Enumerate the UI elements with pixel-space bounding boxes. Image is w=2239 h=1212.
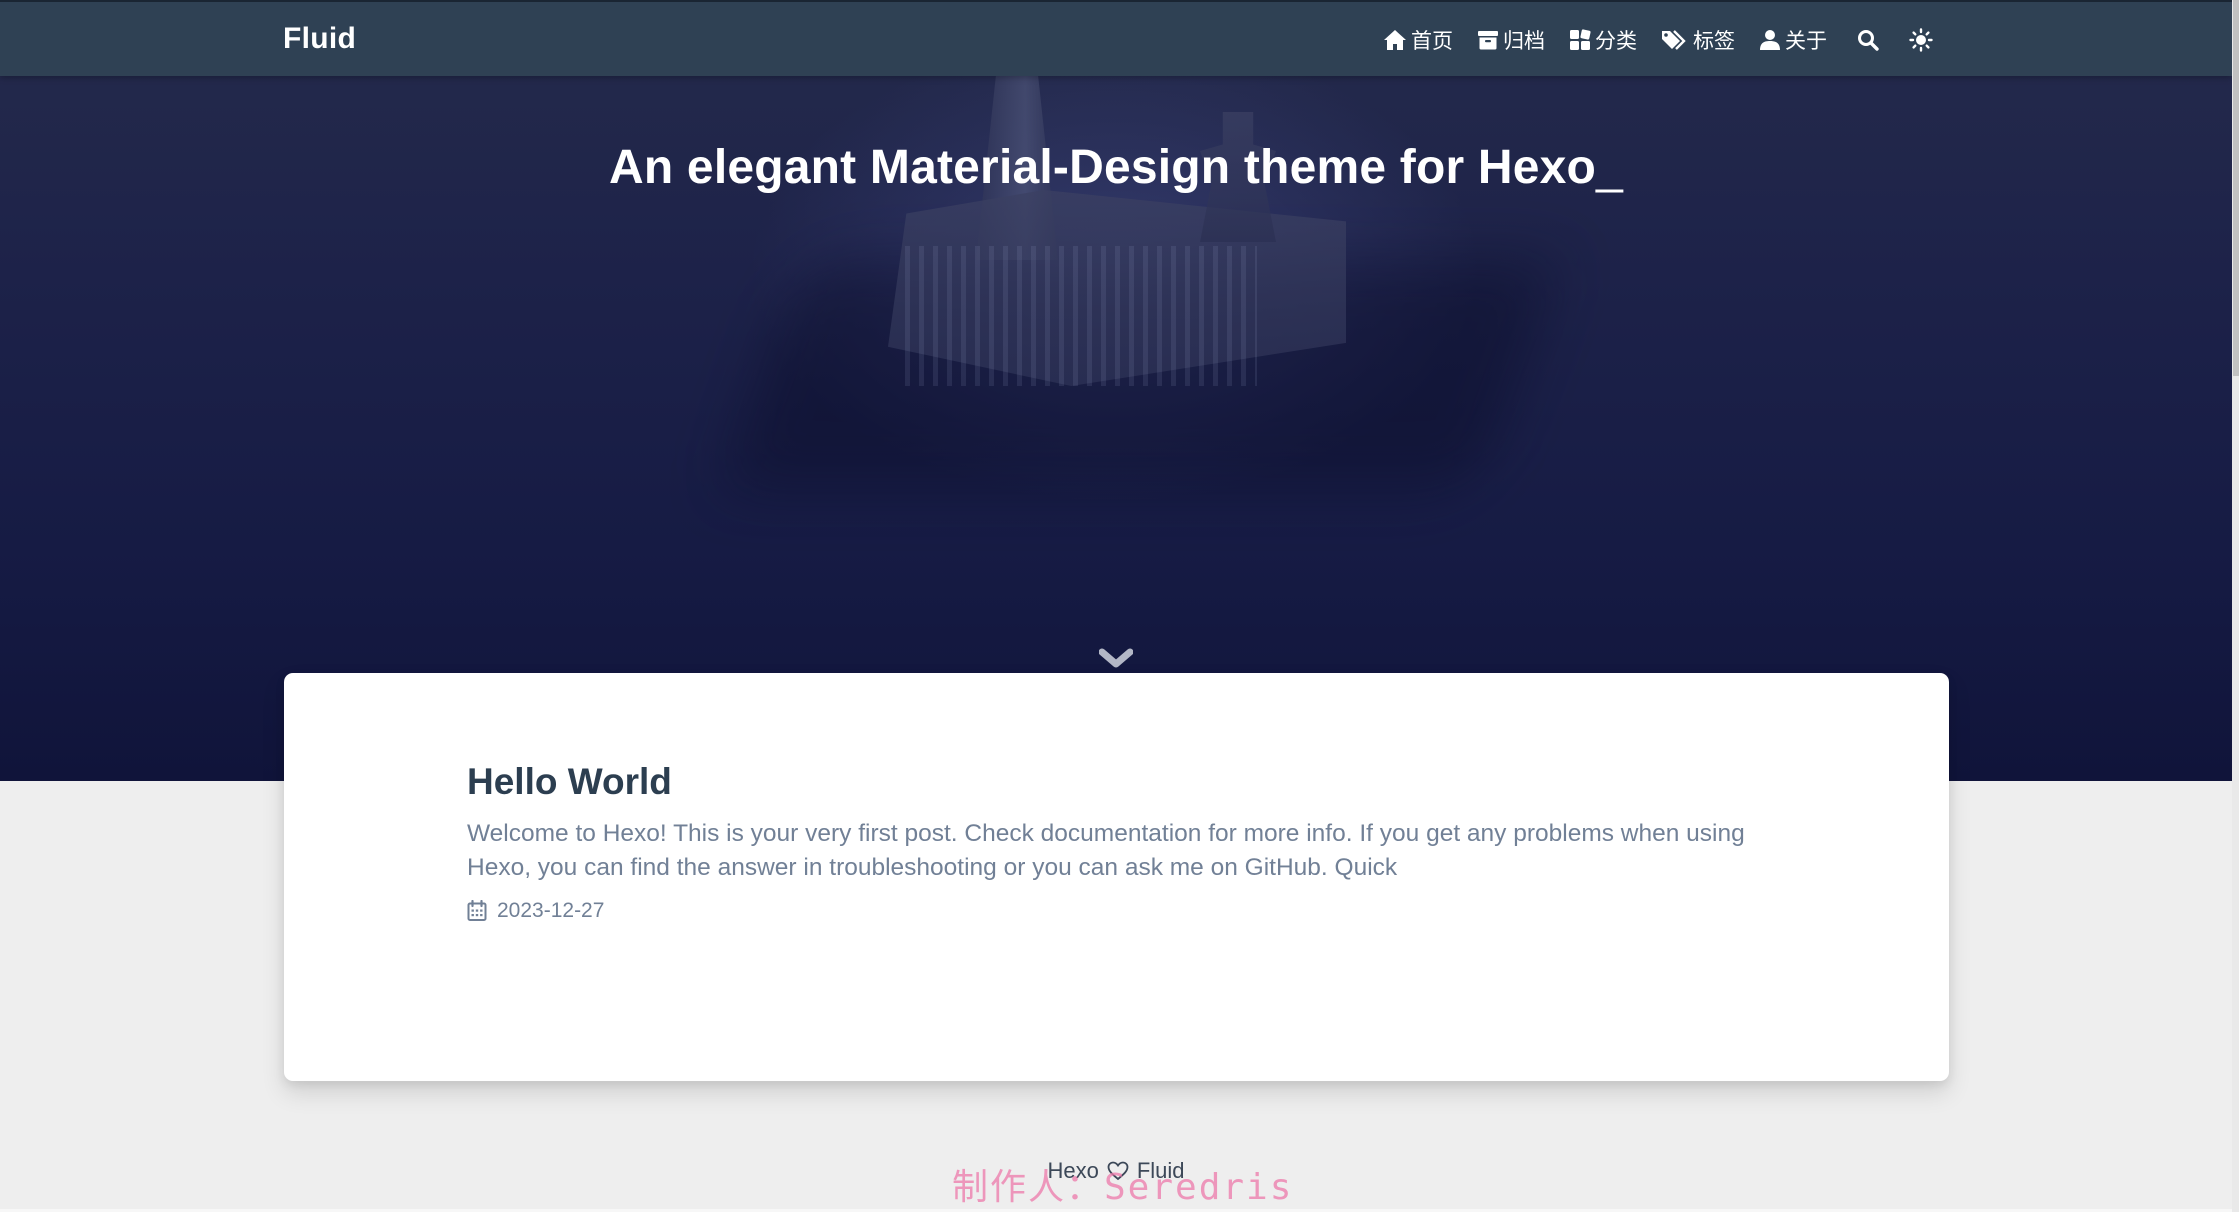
theme-toggle-button[interactable] <box>1909 28 1933 52</box>
category-icon <box>1570 29 1591 50</box>
nav-item-label: 首页 <box>1411 29 1453 53</box>
post-date: 2023-12-27 <box>497 899 605 922</box>
nav-item-about[interactable]: 关于 <box>1759 25 1827 55</box>
banner: An elegant Material-Design theme for Hex… <box>0 0 2232 781</box>
navbar: Fluid 首页 归档 分类 标签 关于 <box>0 0 2232 76</box>
banner-scene-stripes <box>905 246 1257 386</box>
post-list-card: Hello World Welcome to Hexo! This is you… <box>284 673 1949 1081</box>
scroll-down-button[interactable] <box>1098 648 1134 674</box>
nav-item-label: 归档 <box>1503 29 1545 53</box>
post-item: Hello World Welcome to Hexo! This is you… <box>467 761 1747 923</box>
footer-credits: Hexo Fluid <box>1047 1158 1184 1184</box>
search-button[interactable] <box>1857 29 1879 51</box>
footer-hexo-link[interactable]: Hexo <box>1047 1158 1098 1184</box>
chevron-down-icon <box>1098 648 1134 668</box>
nav-item-label: 标签 <box>1693 29 1735 53</box>
tag-icon <box>1662 30 1686 50</box>
nav-item-archive[interactable]: 归档 <box>1477 25 1545 55</box>
sun-icon <box>1909 28 1933 52</box>
post-excerpt[interactable]: Welcome to Hexo! This is your very first… <box>467 817 1747 885</box>
page: An elegant Material-Design theme for Hex… <box>0 0 2239 1212</box>
post-title[interactable]: Hello World <box>467 761 1747 803</box>
nav-item-label: 关于 <box>1785 29 1827 53</box>
post-meta: 2023-12-27 <box>467 899 1747 923</box>
heart-icon <box>1107 1161 1129 1181</box>
nav-item-home[interactable]: 首页 <box>1383 25 1453 55</box>
slogan-text: An elegant Material-Design theme for Hex… <box>609 141 1597 194</box>
nav-menu: 首页 归档 分类 标签 关于 <box>1383 2 1933 78</box>
user-icon <box>1760 30 1780 50</box>
nav-item-categories[interactable]: 分类 <box>1569 25 1637 55</box>
search-icon <box>1858 30 1879 51</box>
navbar-brand[interactable]: Fluid <box>283 22 356 56</box>
nav-item-tags[interactable]: 标签 <box>1661 25 1735 55</box>
nav-item-label: 分类 <box>1595 29 1637 53</box>
calendar-icon <box>467 900 487 921</box>
home-icon <box>1384 30 1406 50</box>
footer: Hexo Fluid <box>0 1158 2232 1184</box>
scrollbar-thumb[interactable] <box>2233 0 2239 376</box>
banner-slogan: An elegant Material-Design theme for Hex… <box>0 140 2232 195</box>
archive-icon <box>1478 31 1498 50</box>
footer-fluid-link[interactable]: Fluid <box>1137 1158 1185 1184</box>
typing-cursor: _ <box>1596 141 1623 194</box>
